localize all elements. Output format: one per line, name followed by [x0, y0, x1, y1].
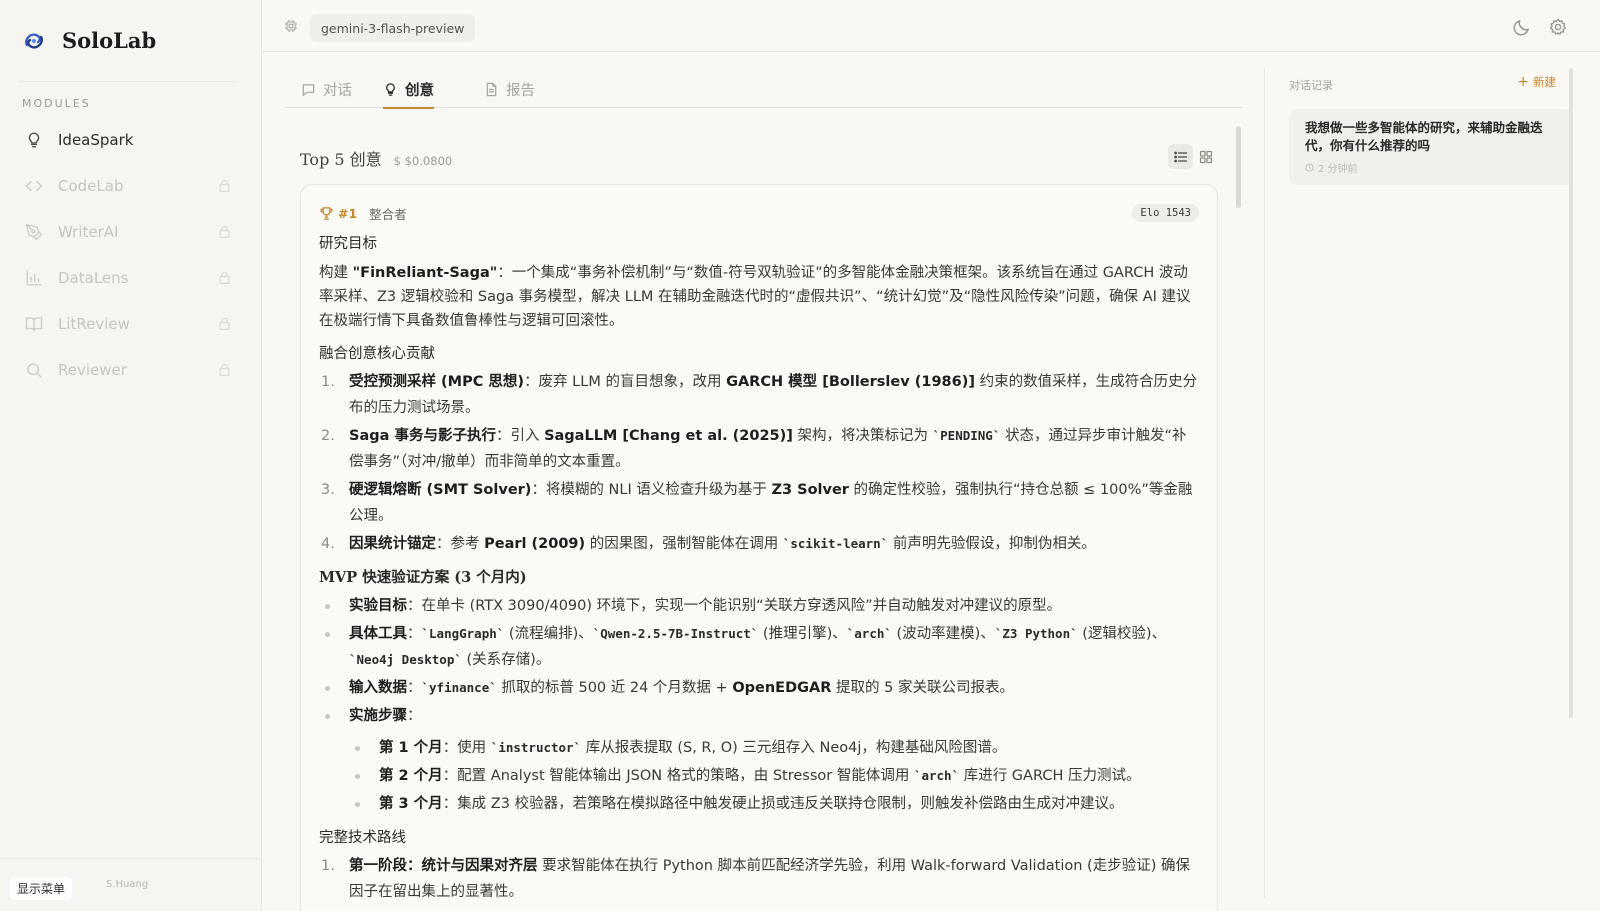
card-header: #1 整合者 Elo 1543 — [319, 203, 1199, 223]
divider — [18, 81, 237, 82]
results-title: Top 5 创意 — [300, 150, 382, 169]
cost-label: $ $0.0800 — [393, 154, 453, 168]
list-item: 1. 第一阶段：统计与因果对齐层 要求智能体在执行 Python 脚本前匹配经济学… — [321, 858, 1190, 900]
list-item: 第 3 个月：集成 Z3 校验器，若策略在模拟路径中触发硬止损或违反关联持仓限制… — [349, 791, 1199, 817]
new-conversation-button[interactable]: + 新建 — [1517, 74, 1556, 90]
code-icon — [24, 176, 44, 196]
sidebar-item-writerai[interactable]: WriterAI — [14, 211, 248, 253]
goal-paragraph: 构建 "FinReliant-Saga"：一个集成“事务补偿机制”与“数值-符号… — [319, 265, 1191, 329]
clock-icon — [1305, 163, 1314, 172]
topbar: gemini-3-flash-preview — [262, 0, 1600, 52]
pen-icon — [24, 222, 44, 242]
sidebar-item-reviewer[interactable]: Reviewer — [14, 349, 248, 391]
brand[interactable]: SoloLab — [22, 28, 156, 53]
bar-chart-icon — [24, 268, 44, 288]
user-name: S.Huang — [106, 879, 149, 890]
new-label: 新建 — [1533, 75, 1556, 89]
sidebar-footer — [0, 858, 261, 859]
view-toggle — [1168, 144, 1218, 169]
list-item: 第 2 个月：配置 Analyst 智能体输出 JSON 格式的策略，由 Str… — [349, 763, 1199, 789]
app-name: SoloLab — [62, 28, 157, 53]
list-icon — [1173, 151, 1187, 162]
lock-icon — [219, 179, 230, 192]
tab-bar: 对话 创意 报告 — [284, 70, 1242, 109]
content-scrollbar[interactable] — [1236, 126, 1241, 208]
list-view-button[interactable] — [1168, 144, 1193, 169]
plus-icon: + — [1517, 74, 1529, 90]
mvp-list: 实验目标：在单卡 (RTX 3090/4090) 环境下，实现一个能识别“关联方… — [319, 593, 1199, 817]
list-item: 输入数据：`yfinance` 抓取的标普 500 近 24 个月数据 + Op… — [319, 675, 1199, 701]
steps-list: 第 1 个月：使用 `instructor` 库从报表提取 (S, R, O) … — [349, 735, 1199, 817]
tab-label: 创意 — [405, 82, 434, 99]
history-item-text: 我想做一些多智能体的研究，来辅助金融迭代，你有什么推荐的吗 — [1305, 120, 1543, 153]
contribution-list: 1. 受控预测采样 (MPC 思想)：废弃 LLM 的盲目想象，改用 GARCH … — [319, 369, 1199, 557]
list-item: 4. 因果统计锚定：参考 Pearl (2009) 的因果图，强制智能体在调用 `… — [321, 536, 1096, 552]
sololab-logo-icon — [25, 32, 43, 49]
message-icon — [302, 83, 315, 96]
modules-heading: MODULES — [22, 97, 91, 110]
lock-icon — [219, 225, 230, 238]
grid-icon — [1199, 150, 1212, 163]
show-menu-button[interactable]: 显示菜单 — [10, 877, 73, 900]
chip-icon — [285, 20, 297, 32]
moon-icon[interactable] — [1512, 17, 1532, 37]
sidebar-item-litreview[interactable]: LitReview — [14, 303, 248, 345]
lightbulb-icon — [386, 82, 395, 96]
document-icon — [486, 82, 497, 96]
sidebar-item-label: IdeaSpark — [58, 131, 134, 149]
elo-badge: Elo 1543 — [1132, 204, 1199, 222]
tab-chat[interactable]: 对话 — [301, 70, 352, 108]
list-item: 2. Saga 事务与影子执行：引入 SagaLLM [Chang et al. … — [321, 428, 1187, 470]
list-item: 实验目标：在单卡 (RTX 3090/4090) 环境下，实现一个能识别“关联方… — [319, 593, 1199, 619]
list-item: 实施步骤： 第 1 个月：使用 `instructor` 库从报表提取 (S, … — [319, 703, 1199, 817]
tab-report[interactable]: 报告 — [484, 70, 535, 108]
gear-icon[interactable] — [1548, 17, 1568, 37]
lightbulb-icon — [24, 130, 44, 150]
lock-icon — [219, 317, 230, 330]
sidebar-item-label: Reviewer — [58, 361, 127, 379]
tab-label: 对话 — [323, 82, 352, 99]
sidebar-item-label: WriterAI — [58, 223, 119, 241]
model-selector[interactable]: gemini-3-flash-preview — [310, 14, 476, 42]
list-item: 3. 硬逻辑熔断 (SMT Solver)：将模糊的 NLI 语义检查升级为基于 … — [321, 482, 1193, 524]
rank-badge: #1 — [338, 205, 358, 221]
book-icon — [24, 314, 44, 334]
tab-label: 报告 — [506, 82, 535, 99]
trophy-icon — [320, 206, 333, 220]
sidebar: SoloLab MODULES IdeaSpark CodeLab Writer… — [0, 0, 262, 911]
history-title: 对话记录 — [1289, 79, 1333, 92]
sidebar-item-codelab[interactable]: CodeLab — [14, 165, 248, 207]
history-item-time: 2 分钟前 — [1305, 160, 1557, 175]
list-item: 第 1 个月：使用 `instructor` 库从报表提取 (S, R, O) … — [349, 735, 1199, 761]
idea-card: #1 整合者 Elo 1543 研究目标 构建 "FinReliant-Saga… — [300, 184, 1218, 911]
search-icon — [24, 360, 44, 380]
tab-ideas[interactable]: 创意 — [383, 70, 434, 109]
section-heading: 完整技术路线 — [319, 830, 406, 846]
history-scrollbar[interactable] — [1569, 68, 1573, 718]
agent-role: 整合者 — [369, 206, 407, 222]
sidebar-item-ideaspark[interactable]: IdeaSpark — [14, 119, 248, 161]
list-item: 1. 受控预测采样 (MPC 思想)：废弃 LLM 的盲目想象，改用 GARCH … — [321, 374, 1198, 416]
lock-icon — [219, 363, 230, 376]
history-item[interactable]: 我想做一些多智能体的研究，来辅助金融迭代，你有什么推荐的吗 2 分钟前 — [1289, 109, 1573, 185]
sidebar-item-label: DataLens — [58, 269, 129, 287]
section-heading: 研究目标 — [319, 236, 377, 252]
history-panel: 对话记录 + 新建 我想做一些多智能体的研究，来辅助金融迭代，你有什么推荐的吗 … — [1264, 68, 1582, 898]
module-nav: IdeaSpark CodeLab WriterAI DataLens LitR… — [14, 119, 248, 395]
section-heading: MVP 快速验证方案 (3 个月内) — [319, 569, 527, 586]
results-header: Top 5 创意 $ $0.0800 — [300, 146, 452, 170]
sidebar-item-datalens[interactable]: DataLens — [14, 257, 248, 299]
route-list: 1. 第一阶段：统计与因果对齐层 要求智能体在执行 Python 脚本前匹配经济学… — [319, 853, 1199, 905]
grid-view-button[interactable] — [1193, 144, 1218, 169]
list-item: 具体工具：`LangGraph` (流程编排)、`Qwen-2.5-7B-Ins… — [319, 621, 1199, 673]
sidebar-item-label: CodeLab — [58, 177, 124, 195]
section-heading: 融合创意核心贡献 — [319, 346, 435, 362]
lock-icon — [219, 271, 230, 284]
sidebar-item-label: LitReview — [58, 315, 130, 333]
